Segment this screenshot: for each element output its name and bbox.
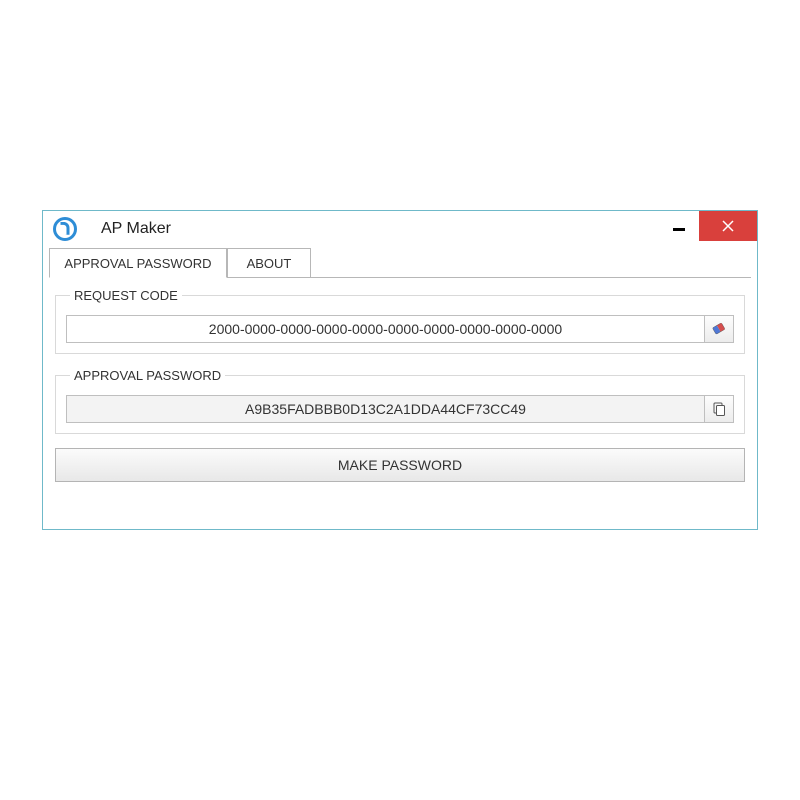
- title-bar[interactable]: AP Maker: [43, 211, 757, 247]
- copy-icon: [711, 401, 727, 417]
- window-controls: [659, 211, 757, 241]
- request-code-input[interactable]: [66, 315, 704, 343]
- tab-label: ABOUT: [247, 256, 292, 271]
- tab-label: APPROVAL PASSWORD: [64, 256, 211, 271]
- request-code-row: [66, 315, 734, 343]
- close-button[interactable]: [699, 211, 757, 241]
- app-icon: [53, 217, 77, 241]
- make-password-button[interactable]: MAKE PASSWORD: [55, 448, 745, 482]
- minimize-button[interactable]: [659, 211, 699, 241]
- tab-strip: APPROVAL PASSWORD ABOUT: [49, 247, 751, 278]
- make-password-label: MAKE PASSWORD: [338, 457, 462, 473]
- group-approval-password: APPROVAL PASSWORD: [55, 368, 745, 434]
- app-window: AP Maker APPROVAL PASSWORD ABOUT REQUEST…: [42, 210, 758, 530]
- tab-approval-password[interactable]: APPROVAL PASSWORD: [49, 248, 227, 278]
- window-title: AP Maker: [101, 220, 171, 238]
- minimize-icon: [673, 228, 685, 231]
- group-request-code: REQUEST CODE: [55, 288, 745, 354]
- tab-about[interactable]: ABOUT: [227, 248, 311, 278]
- approval-password-output[interactable]: [66, 395, 704, 423]
- approval-password-row: [66, 395, 734, 423]
- close-icon: [721, 219, 735, 233]
- group-legend: APPROVAL PASSWORD: [70, 368, 225, 383]
- group-legend: REQUEST CODE: [70, 288, 182, 303]
- eraser-icon: [710, 321, 728, 337]
- copy-button[interactable]: [704, 395, 734, 423]
- client-area: REQUEST CODE APPROVAL PASSWORD: [43, 278, 757, 494]
- clear-button[interactable]: [704, 315, 734, 343]
